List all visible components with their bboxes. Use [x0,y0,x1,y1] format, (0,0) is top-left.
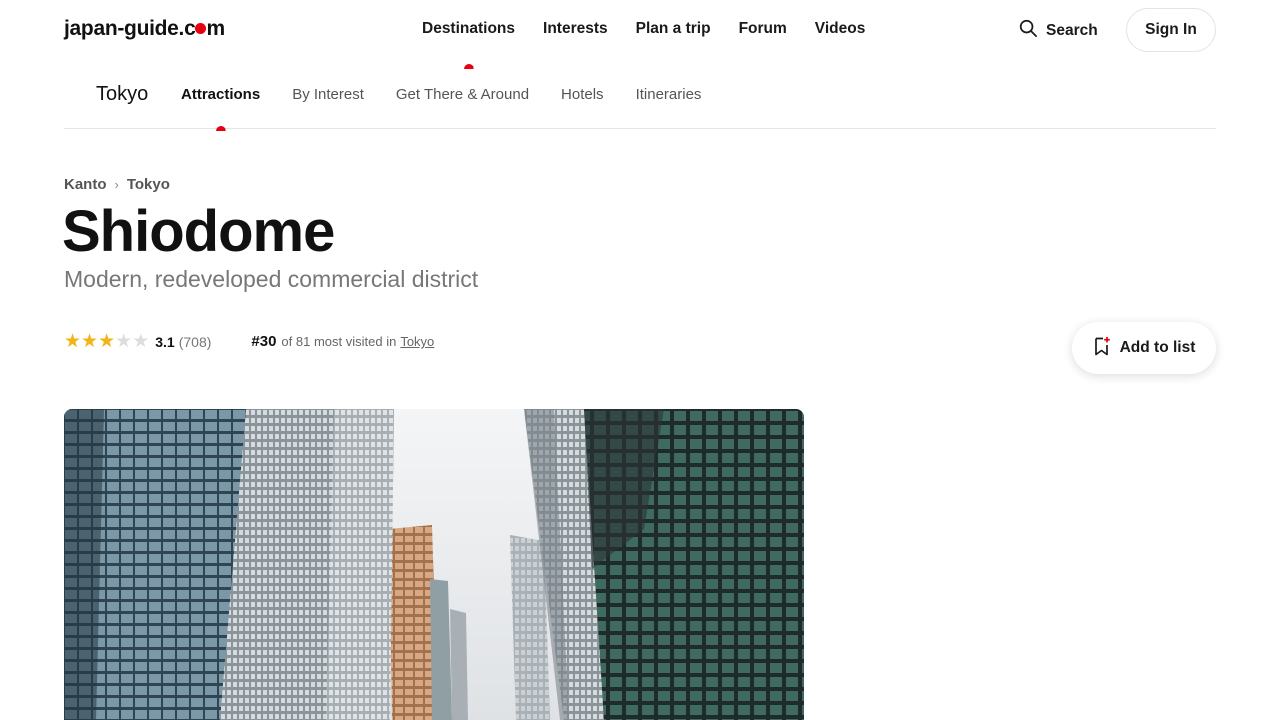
breadcrumb-kanto[interactable]: Kanto [64,176,107,193]
site-logo[interactable]: japan-guide.c m [64,17,225,41]
nav-destinations[interactable]: Destinations [422,20,515,38]
page-title: Shiodome [62,199,335,264]
rating-value: 3.1 [155,333,175,350]
tab-by-interest[interactable]: By Interest [292,86,364,103]
sign-in-button[interactable]: Sign In [1126,8,1216,52]
nav-plan-a-trip[interactable]: Plan a trip [636,20,711,38]
star-icon: ★ [81,331,99,352]
breadcrumb-separator: › [114,177,119,192]
nav-forum[interactable]: Forum [739,20,787,38]
city-subnav: Tokyo Attractions By Interest Get There … [64,60,1216,129]
logo-text-part1: japan-guide.c [64,17,196,40]
star-icon: ★ [132,331,150,352]
rating-row: ★ ★ ★ ★ ★ 3.1 (708) #30 of 81 most visit… [64,332,434,351]
nav-interests[interactable]: Interests [543,20,608,38]
star-icon: ★ [64,331,82,352]
tab-get-there-around[interactable]: Get There & Around [396,86,529,103]
star-icon: ★ [98,331,116,352]
popularity-rank: #30 [251,333,277,350]
city-title[interactable]: Tokyo [96,83,148,106]
rating-count: (708) [178,333,212,350]
subnav-tabs: Attractions By Interest Get There & Arou… [181,86,701,103]
bookmark-add-icon [1093,336,1111,361]
add-to-list-label: Add to list [1119,339,1196,356]
search-button[interactable]: Search [1019,19,1098,43]
tab-hotels[interactable]: Hotels [561,86,604,103]
site-header: japan-guide.c m Destinations Interests Pl… [0,0,1280,60]
tab-attractions[interactable]: Attractions [181,86,260,103]
breadcrumb: Kanto › Tokyo [64,176,170,193]
popularity-rank-text: of 81 most visited in [281,334,397,349]
popularity-rank-link[interactable]: Tokyo [400,334,434,349]
add-to-list-button[interactable]: Add to list [1072,322,1216,374]
hero-photo [64,409,804,720]
logo-text-part2: m [206,17,225,40]
star-icon: ★ [115,331,133,352]
logo-red-dot [195,23,207,35]
breadcrumb-tokyo[interactable]: Tokyo [127,176,170,193]
page-subtitle: Modern, redeveloped commercial district [64,266,479,292]
tab-itineraries[interactable]: Itineraries [636,86,702,103]
star-rating: ★ ★ ★ ★ ★ [64,332,149,351]
main-nav: Destinations Interests Plan a trip Forum… [422,20,865,38]
nav-videos[interactable]: Videos [815,20,866,38]
search-label: Search [1046,22,1098,39]
search-icon [1019,19,1038,43]
